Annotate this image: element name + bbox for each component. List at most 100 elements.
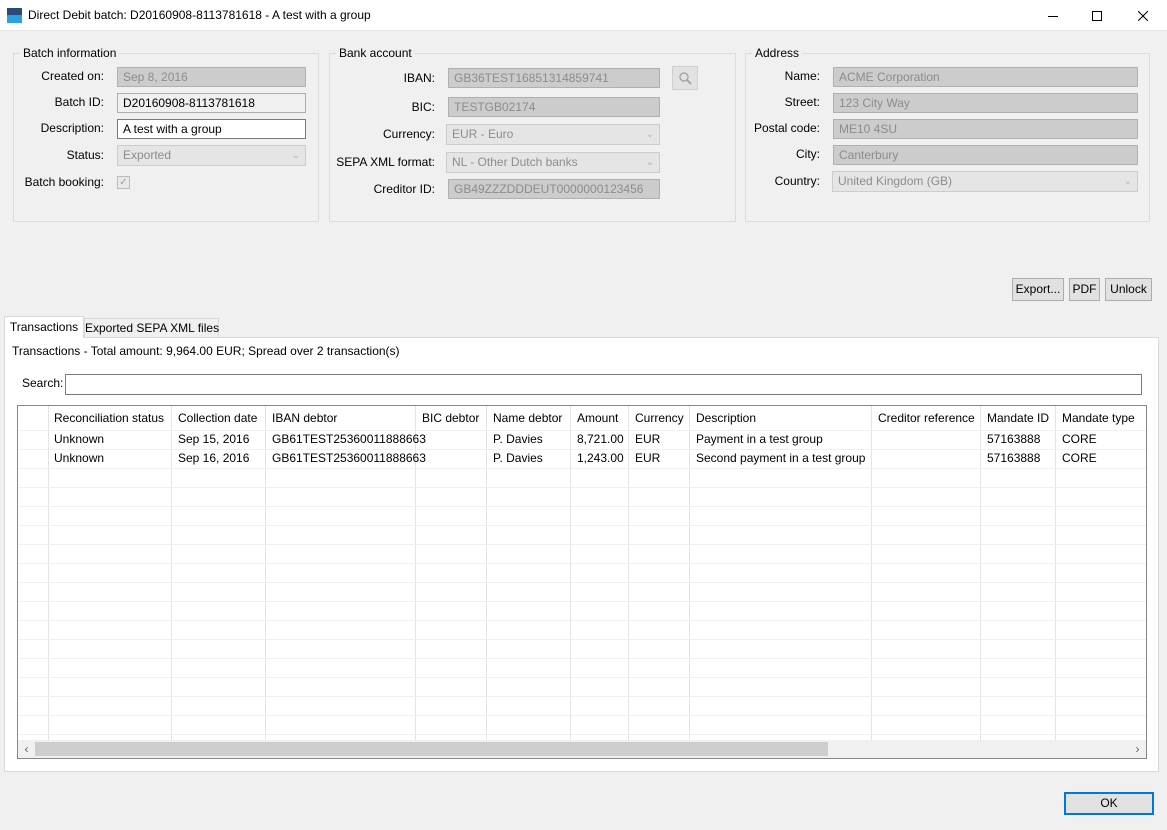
table-cell[interactable]: Sep 16, 2016 xyxy=(178,449,249,468)
name-label: Name: xyxy=(784,69,820,83)
table-cell[interactable]: 8,721.00 xyxy=(577,430,624,449)
column-header[interactable]: IBAN debtor xyxy=(272,411,337,425)
row-divider xyxy=(18,677,1146,678)
maximize-button[interactable] xyxy=(1074,0,1120,31)
column-divider xyxy=(48,406,49,740)
city-field: Canterbury xyxy=(833,145,1138,165)
status-value: Exported xyxy=(123,148,172,162)
column-header[interactable]: Description xyxy=(696,411,756,425)
scroll-left-arrow-icon[interactable]: ‹ xyxy=(18,740,35,758)
column-header[interactable]: Name debtor xyxy=(493,411,562,425)
transactions-summary: Transactions - Total amount: 9,964.00 EU… xyxy=(12,344,400,358)
horizontal-scrollbar[interactable]: ‹ › xyxy=(18,740,1146,758)
batch-id-field[interactable]: D20160908-8113781618 xyxy=(117,93,306,113)
row-divider xyxy=(18,639,1146,640)
column-header[interactable]: Reconciliation status xyxy=(54,411,164,425)
table-cell[interactable]: Second payment in a test group xyxy=(696,449,865,468)
batch-booking-label: Batch booking: xyxy=(24,175,104,189)
row-divider xyxy=(18,658,1146,659)
minimize-button[interactable] xyxy=(1030,0,1076,31)
tab-transactions[interactable]: Transactions xyxy=(4,316,84,338)
row-divider xyxy=(18,696,1146,697)
sepa-format-label: SEPA XML format: xyxy=(336,155,435,169)
chevron-down-icon: ⌄ xyxy=(645,157,654,168)
column-header[interactable]: Amount xyxy=(577,411,618,425)
iban-field: GB36TEST16851314859741 xyxy=(448,68,660,88)
close-button[interactable] xyxy=(1120,0,1166,31)
street-label: Street: xyxy=(784,95,820,109)
column-divider xyxy=(265,406,266,740)
column-header[interactable]: Mandate ID xyxy=(987,411,1049,425)
table-cell[interactable]: CORE xyxy=(1062,449,1097,468)
table-cell[interactable]: Unknown xyxy=(54,449,104,468)
column-divider xyxy=(689,406,690,740)
table-cell[interactable]: Unknown xyxy=(54,430,104,449)
tab-exported-sepa-xml-files[interactable]: Exported SEPA XML files xyxy=(84,318,219,338)
status-select: Exported ⌄ xyxy=(117,145,306,166)
sepa-format-select: NL - Other Dutch banks ⌄ xyxy=(446,152,660,173)
table-cell[interactable]: GB61TEST25360011888663 xyxy=(272,430,426,449)
iban-lookup-button xyxy=(672,66,698,90)
transactions-table[interactable]: ‹ › Reconciliation status Collection date… xyxy=(17,405,1147,759)
table-cell[interactable]: Sep 15, 2016 xyxy=(178,430,249,449)
name-field: ACME Corporation xyxy=(833,67,1138,87)
chevron-down-icon: ⌄ xyxy=(1123,176,1132,187)
bank-account-legend: Bank account xyxy=(336,46,415,61)
row-divider xyxy=(18,468,1146,469)
sepa-format-value: NL - Other Dutch banks xyxy=(452,155,578,169)
window-title: Direct Debit batch: D20160908-8113781618… xyxy=(28,8,371,22)
currency-select: EUR - Euro ⌄ xyxy=(446,124,660,145)
search-input[interactable] xyxy=(65,374,1142,395)
ok-button[interactable]: OK xyxy=(1064,792,1154,815)
column-divider xyxy=(1055,406,1056,740)
column-header[interactable]: Creditor reference xyxy=(878,411,975,425)
minimize-icon xyxy=(1048,15,1058,17)
chevron-down-icon: ⌄ xyxy=(645,129,654,140)
created-on-label: Created on: xyxy=(41,69,104,83)
status-label: Status: xyxy=(66,148,104,162)
postal-code-label: Postal code: xyxy=(753,121,820,135)
scroll-right-arrow-icon[interactable]: › xyxy=(1129,740,1146,758)
creditor-id-field: GB49ZZZDDDEUT0000000123456 xyxy=(448,179,660,199)
description-field[interactable]: A test with a group xyxy=(117,119,306,139)
unlock-button[interactable]: Unlock xyxy=(1105,278,1152,301)
column-header[interactable]: BIC debtor xyxy=(422,411,479,425)
address-legend: Address xyxy=(752,46,803,61)
street-field: 123 City Way xyxy=(833,93,1138,113)
iban-label: IBAN: xyxy=(403,71,435,85)
postal-code-field: ME10 4SU xyxy=(833,119,1138,139)
column-divider xyxy=(628,406,629,740)
table-cell[interactable]: P. Davies xyxy=(493,430,543,449)
pdf-button[interactable]: PDF xyxy=(1069,278,1100,301)
column-divider xyxy=(871,406,872,740)
maximize-icon xyxy=(1092,10,1102,21)
table-cell[interactable]: EUR xyxy=(635,449,660,468)
row-divider xyxy=(18,563,1146,564)
table-cell[interactable]: 1,243.00 xyxy=(577,449,624,468)
table-cell[interactable]: CORE xyxy=(1062,430,1097,449)
app-icon xyxy=(7,8,22,23)
column-header[interactable]: Mandate type xyxy=(1062,411,1135,425)
country-label: Country: xyxy=(774,174,820,188)
close-icon xyxy=(1138,10,1148,21)
column-header[interactable]: Currency xyxy=(635,411,684,425)
export-button[interactable]: Export... xyxy=(1012,278,1064,301)
batch-booking-checkbox: ✓ xyxy=(117,176,130,189)
column-header[interactable]: Collection date xyxy=(178,411,257,425)
title-bar: Direct Debit batch: D20160908-8113781618… xyxy=(0,0,1167,31)
city-label: City: xyxy=(796,147,820,161)
column-divider xyxy=(486,406,487,740)
currency-value: EUR - Euro xyxy=(452,127,514,141)
table-cell[interactable]: GB61TEST25360011888663 xyxy=(272,449,426,468)
row-divider xyxy=(18,544,1146,545)
table-cell[interactable]: P. Davies xyxy=(493,449,543,468)
table-cell[interactable]: Payment in a test group xyxy=(696,430,823,449)
country-select: United Kingdom (GB) ⌄ xyxy=(832,171,1138,192)
table-cell[interactable]: 57163888 xyxy=(987,430,1040,449)
column-divider xyxy=(171,406,172,740)
search-icon xyxy=(679,72,692,85)
scrollbar-thumb[interactable] xyxy=(35,742,828,756)
column-divider xyxy=(570,406,571,740)
table-cell[interactable]: 57163888 xyxy=(987,449,1040,468)
table-cell[interactable]: EUR xyxy=(635,430,660,449)
